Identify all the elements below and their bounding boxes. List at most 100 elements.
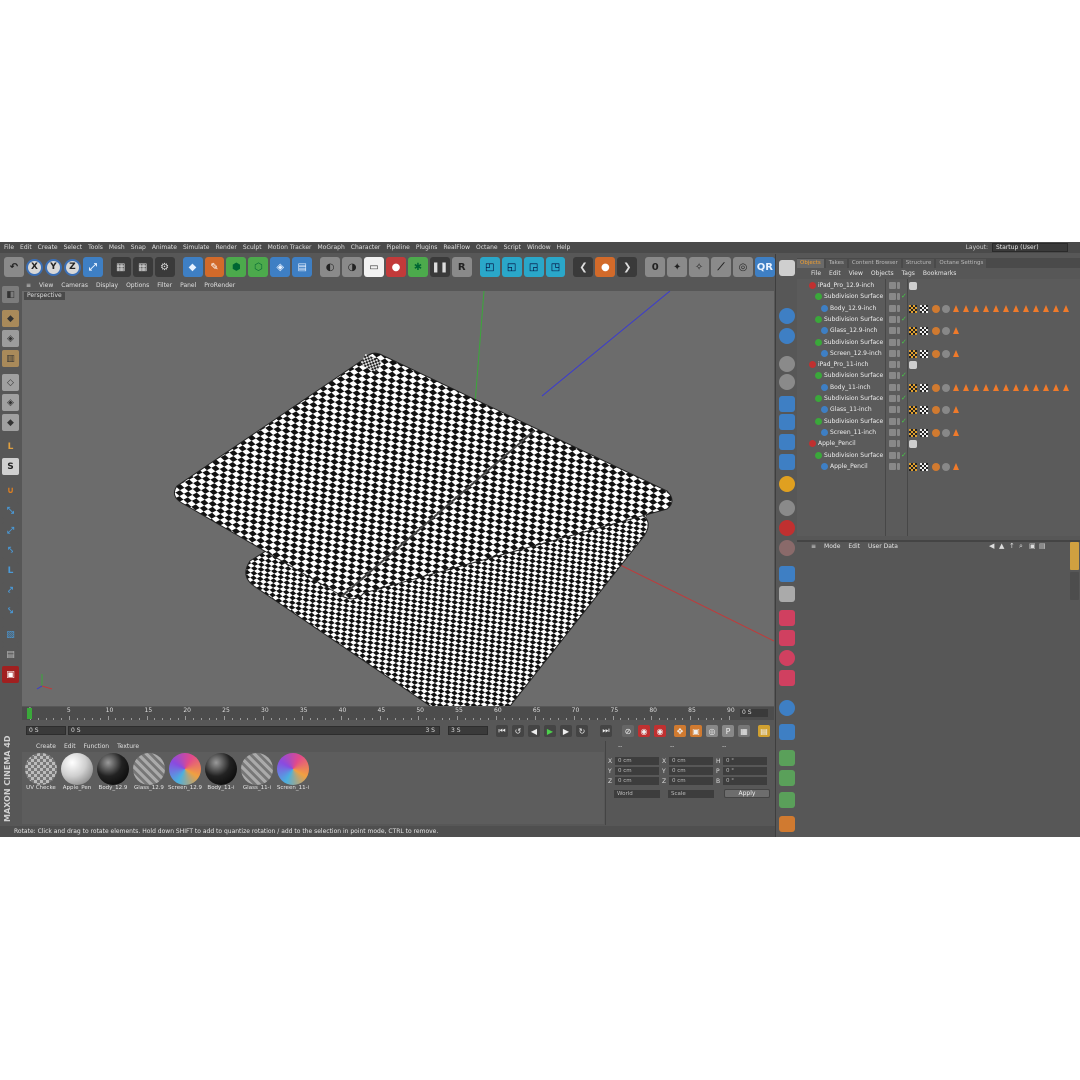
object-name[interactable]: Body_11-inch (830, 384, 871, 391)
render-flag-icon[interactable] (897, 327, 900, 335)
material-ball-icon[interactable] (779, 500, 795, 516)
explosion-icon[interactable] (779, 540, 795, 556)
cube-primitive-icon[interactable]: ◆ (182, 257, 203, 277)
solo-icon[interactable]: S (2, 458, 19, 475)
viewport-menu-prorender[interactable]: ProRender (204, 282, 235, 289)
material-tag-icon[interactable] (1053, 383, 1059, 391)
checker-tag-icon[interactable] (920, 406, 928, 415)
menu-item-animate[interactable]: Animate (152, 244, 177, 251)
up-arrow-icon[interactable]: ↑ (1009, 542, 1015, 550)
current-frame-field[interactable]: 0 S (740, 709, 768, 717)
lathe-icon[interactable] (779, 454, 795, 470)
viewport-menu-filter[interactable]: Filter (157, 282, 172, 289)
brush-icon[interactable]: ⤡ (2, 502, 19, 519)
landscape-icon[interactable] (779, 328, 795, 344)
axis-mode-icon[interactable]: ▥ (2, 350, 19, 367)
material-tag-icon[interactable] (1043, 304, 1049, 312)
go-to-start-icon[interactable]: ⏮ (496, 725, 508, 737)
hook-icon[interactable] (779, 724, 795, 740)
visibility-flag-icon[interactable] (889, 451, 896, 459)
object-name[interactable]: Screen_12.9-inch (830, 350, 882, 357)
parameter-key-icon[interactable]: P (722, 725, 734, 737)
keyframe-selection-icon[interactable]: ◉ (654, 725, 666, 737)
material-tag-icon[interactable] (953, 406, 959, 414)
uvw-tag-icon[interactable] (909, 304, 917, 313)
lock-z-axis-button[interactable]: Z (63, 258, 81, 276)
checker-tag-icon[interactable] (920, 462, 928, 471)
object-name[interactable]: Subdivision Surface (824, 316, 883, 323)
material-tag-icon[interactable] (1043, 383, 1049, 391)
enabled-check-icon[interactable]: ✓ (901, 451, 907, 459)
render-flag-icon[interactable] (897, 338, 900, 346)
enabled-check-icon[interactable]: ✓ (901, 394, 907, 402)
enabled-check-icon[interactable]: ✓ (901, 292, 907, 300)
uv-edit-icon[interactable] (779, 750, 795, 766)
enabled-check-icon[interactable]: ✓ (901, 371, 907, 379)
material-tag-icon[interactable] (953, 462, 959, 470)
coord-value-field[interactable]: 0 cm (669, 777, 713, 785)
object-row[interactable]: Screen_12.9-inch (797, 349, 1080, 360)
material-tag-icon[interactable] (942, 462, 950, 471)
object-name[interactable]: Subdivision Surface (824, 339, 883, 346)
object-name[interactable]: Glass_12.9-inch (830, 327, 877, 334)
material-swatch[interactable]: Screen_11-i (276, 753, 310, 795)
visibility-flag-icon[interactable] (889, 440, 896, 448)
cloner-icon[interactable] (779, 610, 795, 626)
spline-icon[interactable] (779, 396, 795, 412)
render-flag-icon[interactable] (897, 372, 900, 380)
visibility-flag-icon[interactable] (889, 349, 896, 357)
knife-icon[interactable]: ⤢ (2, 522, 19, 539)
effector-icon[interactable] (779, 650, 795, 666)
menu-item-mesh[interactable]: Mesh (109, 244, 125, 251)
material-menu-edit[interactable]: Edit (64, 743, 76, 750)
layers-side-tab[interactable] (1070, 572, 1079, 600)
material-tag-icon[interactable] (993, 383, 999, 391)
snap-icon[interactable]: ◰ (479, 257, 500, 277)
material-tag-icon[interactable] (983, 304, 989, 312)
object-row[interactable]: Subdivision Surface ✓ (797, 338, 1080, 349)
search-icon[interactable]: ⌕ (1019, 542, 1023, 551)
material-swatch[interactable]: Body_11-i (204, 753, 238, 795)
material-tag-icon[interactable] (942, 383, 950, 392)
render-picture-viewer-icon[interactable]: ▦ (132, 257, 153, 277)
visibility-flag-icon[interactable] (889, 327, 896, 335)
new-manager-icon[interactable]: ▤ (1039, 542, 1046, 550)
menu-item-tools[interactable]: Tools (88, 244, 103, 251)
material-tag-icon[interactable] (993, 304, 999, 312)
attribute-menu-grip-icon[interactable]: ≡ (811, 543, 816, 550)
attribute-menu-mode[interactable]: Mode (824, 543, 840, 550)
sculpt-brush-icon[interactable]: ✦ (667, 257, 688, 277)
bend-icon[interactable]: ⟋ (711, 257, 731, 277)
uvw-tag-icon[interactable] (909, 406, 917, 415)
sweep-icon[interactable] (779, 414, 795, 430)
target-icon[interactable] (779, 520, 795, 536)
point-level-icon[interactable]: ▦ (738, 725, 750, 737)
render-flag-icon[interactable] (897, 451, 900, 459)
render-flag-icon[interactable] (897, 440, 900, 448)
menu-item-file[interactable]: File (4, 244, 14, 251)
phong-tag-icon[interactable] (932, 406, 940, 415)
basketball-icon[interactable] (779, 476, 795, 492)
render-flag-icon[interactable] (897, 304, 900, 312)
bevel-icon[interactable]: L (2, 562, 19, 579)
object-name[interactable]: Body_12.9-inch (830, 305, 876, 312)
visibility-flag-icon[interactable] (889, 361, 896, 369)
object-menu-view[interactable]: View (849, 270, 863, 277)
visibility-flag-icon[interactable] (889, 304, 896, 312)
timeline-ruler[interactable]: 051015202530354045505560657075808590 0 S (22, 707, 774, 720)
menu-item-help[interactable]: Help (557, 244, 571, 251)
bridge-icon[interactable]: ⤤ (2, 582, 19, 599)
light-icon[interactable]: ◑ (342, 257, 363, 277)
next-frame-icon[interactable]: ▶ (560, 725, 572, 737)
render-view-icon[interactable]: ▦ (110, 257, 131, 277)
coord-value-field[interactable]: 0 ° (723, 767, 767, 775)
uvw-tag-icon[interactable] (909, 383, 917, 392)
checker-tag-icon[interactable] (920, 349, 928, 358)
coord-value-field[interactable]: 0 cm (615, 757, 659, 765)
uv-transform-icon[interactable] (779, 792, 795, 808)
light-object-icon[interactable] (779, 586, 795, 602)
field-icon[interactable] (779, 670, 795, 686)
camera-icon[interactable]: ◐ (320, 257, 341, 277)
bodypaint-icon[interactable]: ▣ (2, 666, 19, 683)
material-tag-icon[interactable] (973, 383, 979, 391)
